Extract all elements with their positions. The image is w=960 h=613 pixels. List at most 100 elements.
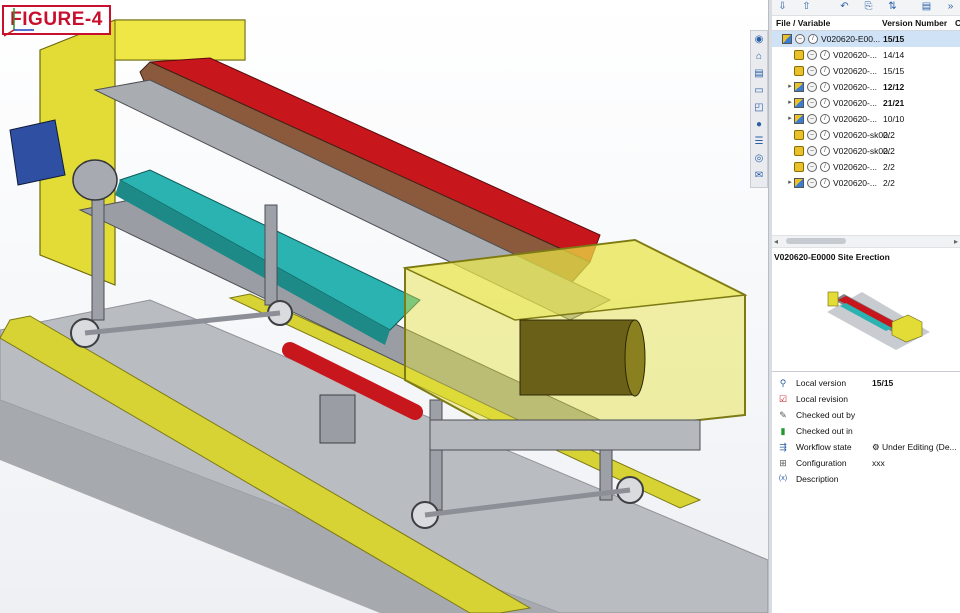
check-in-icon[interactable]: ⇧: [800, 1, 813, 13]
home-icon[interactable]: ⌂: [753, 51, 765, 63]
tree-row-name: V020620-...: [833, 162, 877, 172]
expand-arrow-icon[interactable]: ▸: [786, 111, 794, 127]
version-icon: ⚲: [779, 378, 787, 388]
reference-state-icon: /: [820, 98, 830, 108]
solidworks-resources-icon[interactable]: ◉: [753, 34, 765, 46]
scroll-right-icon[interactable]: ▸: [954, 236, 958, 247]
tree-horizontal-scrollbar[interactable]: ◂ ▸: [772, 235, 960, 248]
property-label: Checked out in: [796, 426, 853, 436]
scroll-left-icon[interactable]: ◂: [774, 236, 778, 247]
part-icon: [794, 50, 804, 60]
tree-row[interactable]: – / V020620-... 14/14: [772, 47, 960, 63]
scroll-thumb[interactable]: [786, 238, 846, 244]
tree-row-name: V020620-...: [833, 50, 877, 60]
tree-row[interactable]: ▸ – / V020620-... 21/21: [772, 95, 960, 111]
tree-row-name: V020620-...: [833, 114, 877, 124]
property-row: ⚲ Local version 15/15: [772, 375, 960, 391]
model-viewport[interactable]: FIGURE-4: [0, 0, 768, 613]
tree-row-version: 12/12: [883, 82, 905, 92]
checkout-user-icon: ✎: [779, 410, 787, 420]
tree-row-version: 15/15: [883, 34, 905, 44]
tree-row-name: V020620-...: [833, 82, 877, 92]
reference-state-icon: /: [820, 114, 830, 124]
local-status-icon: –: [807, 146, 817, 156]
assembly-icon: [794, 98, 804, 108]
tree-row-version: 2/2: [883, 178, 895, 188]
property-label: Configuration: [796, 458, 847, 468]
local-status-icon: –: [807, 50, 817, 60]
tree-row[interactable]: ▸ – / V020620-... 10/10: [772, 111, 960, 127]
local-status-icon: –: [807, 98, 817, 108]
expand-arrow-icon[interactable]: ▸: [786, 79, 794, 95]
tree-row[interactable]: ▸ – / V020620-... 2/2: [772, 175, 960, 191]
property-value: 15/15: [872, 378, 894, 388]
expand-arrow-icon[interactable]: ▸: [786, 95, 794, 111]
design-library-icon[interactable]: ▤: [753, 68, 765, 80]
part-icon: [794, 130, 804, 140]
properties-icon[interactable]: ▤: [920, 1, 933, 13]
pdm-task-pane: ⇩ ⇧ ↶ ⎘ ⇅ ▤ » File / Variable Version Nu…: [772, 0, 960, 613]
property-row: (x) Description: [772, 471, 960, 487]
task-pane-tabs: ◉ ⌂ ▤ ▭ ◰ ● ☰ ◎ ✉: [750, 30, 768, 188]
local-status-icon: –: [807, 82, 817, 92]
col-version-number[interactable]: Version Number: [882, 16, 947, 30]
tree-row-version: 2/2: [883, 130, 895, 140]
property-row: ⊞ Configuration xxx: [772, 455, 960, 471]
local-status-icon: –: [807, 162, 817, 172]
more-icon[interactable]: »: [944, 1, 957, 13]
reference-state-icon: /: [820, 66, 830, 76]
variable-icon: (x): [778, 475, 788, 482]
workflow-state-icon: ⚙: [872, 442, 882, 452]
axis-triad-icon: [3, 8, 34, 37]
property-row: ▮ Checked out in: [772, 423, 960, 439]
tree-row-version: 21/21: [883, 98, 905, 108]
pdm-toolbar: ⇩ ⇧ ↶ ⎘ ⇅ ▤ »: [772, 0, 960, 16]
property-label: Local revision: [796, 394, 848, 404]
tree-column-header: File / Variable Version Number C: [772, 16, 960, 31]
check-out-icon[interactable]: ⎘: [862, 1, 875, 13]
property-label: Description: [796, 474, 839, 484]
reference-state-icon: /: [808, 34, 818, 44]
col-extra[interactable]: C: [955, 16, 960, 30]
change-state-icon[interactable]: ⇅: [886, 1, 899, 13]
tree-row-version: 2/2: [883, 162, 895, 172]
property-value: ⚙ Under Editing (De...: [872, 439, 957, 455]
conveyor-model-render: [0, 19, 768, 613]
reference-state-icon: /: [820, 82, 830, 92]
local-status-icon: –: [807, 178, 817, 188]
assembly-icon: [794, 114, 804, 124]
preview-thumbnail: [827, 291, 930, 350]
appearances-icon[interactable]: ●: [753, 119, 765, 131]
part-icon: [794, 146, 804, 156]
tree-row-version: 15/15: [883, 66, 905, 76]
tree-row[interactable]: – / V020620-sk00... 2/2: [772, 143, 960, 159]
assembly-icon: [794, 82, 804, 92]
configuration-icon: ⊞: [779, 458, 787, 468]
tree-row[interactable]: ▸ – / V020620-... 12/12: [772, 79, 960, 95]
tree-row-version: 2/2: [883, 146, 895, 156]
tree-row[interactable]: – / V020620-sk00... 2/2: [772, 127, 960, 143]
undo-checkout-icon[interactable]: ↶: [838, 1, 851, 13]
tree-row[interactable]: – / V020620-... 15/15: [772, 63, 960, 79]
forum-icon[interactable]: ✉: [753, 170, 765, 182]
reference-state-icon: /: [820, 146, 830, 156]
tree-row-name: V020620-...: [833, 66, 877, 76]
revision-check-icon: ☑: [778, 394, 788, 404]
view-palette-icon[interactable]: ◰: [753, 102, 765, 114]
file-explorer-icon[interactable]: ▭: [753, 85, 765, 97]
tree-row[interactable]: – / V020620-E00... 15/15: [772, 31, 960, 47]
tree-row[interactable]: – / V020620-... 2/2: [772, 159, 960, 175]
expand-arrow-icon[interactable]: ▸: [786, 175, 794, 191]
pdm-vault-icon[interactable]: ◎: [753, 153, 765, 165]
part-icon: [794, 66, 804, 76]
tree-row-name: V020620-...: [833, 98, 877, 108]
part-icon: [794, 162, 804, 172]
property-value: xxx: [872, 458, 885, 468]
property-label: Local version: [796, 378, 847, 388]
get-latest-icon[interactable]: ⇩: [776, 1, 789, 13]
col-file-variable[interactable]: File / Variable: [776, 16, 830, 30]
tree-row-name: V020620-E00...: [821, 34, 881, 44]
custom-properties-icon[interactable]: ☰: [753, 136, 765, 148]
property-value: Under Editing (De...: [881, 442, 957, 452]
property-label: Checked out by: [796, 410, 856, 420]
